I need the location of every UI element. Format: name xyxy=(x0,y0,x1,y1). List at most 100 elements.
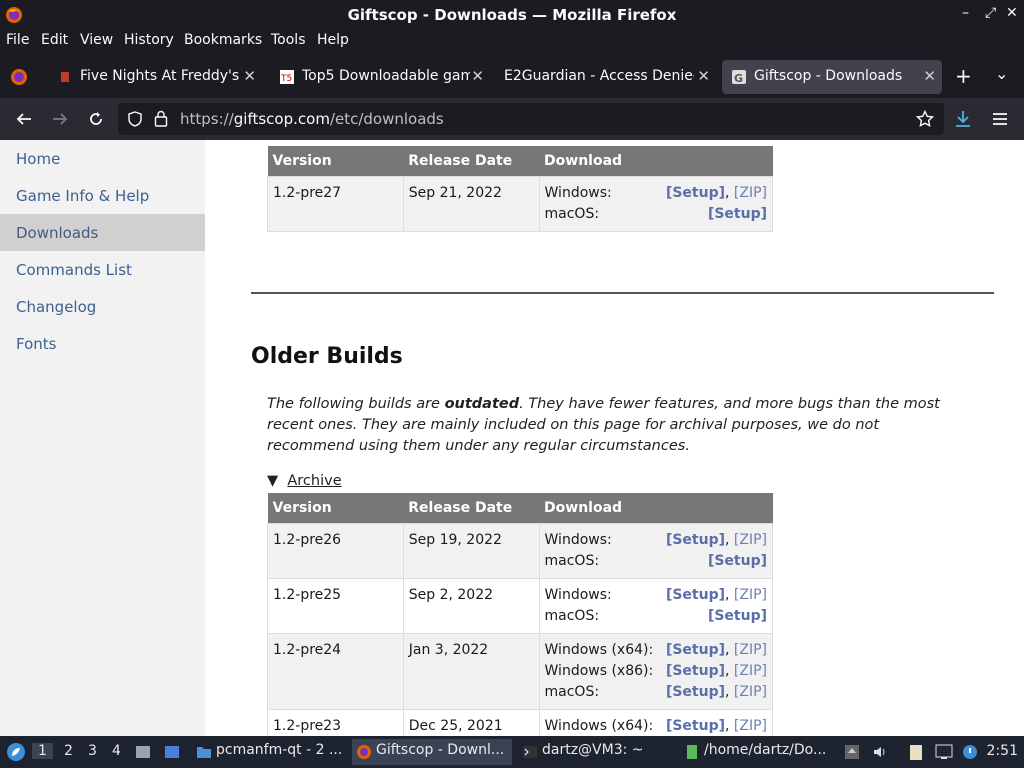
column-header-version: Version xyxy=(267,493,404,523)
page-content: Home Game Info & Help Downloads Commands… xyxy=(0,140,1024,736)
setup-download-link[interactable]: [Setup] xyxy=(708,553,767,569)
file-manager-launcher-icon[interactable] xyxy=(134,743,152,761)
fnaf-favicon-icon xyxy=(61,72,69,82)
column-header-release-date: Release Date xyxy=(403,493,540,523)
download-cell: Windows: macOS: [Setup], [ZIP] [Setup] xyxy=(538,577,774,634)
older-builds-notice: The following builds are outdated. They … xyxy=(267,396,940,454)
zip-download-link[interactable]: [ZIP] xyxy=(734,663,767,679)
system-taskbar: 1 2 3 4 pcmanfm-qt - 2 ... Giftscop - Do… xyxy=(0,736,1024,768)
update-notifier-icon[interactable] xyxy=(962,744,978,760)
volume-icon[interactable] xyxy=(872,744,888,760)
sidebar-item-downloads[interactable]: Downloads xyxy=(0,214,205,251)
menu-history[interactable]: History xyxy=(124,32,174,48)
zip-download-link[interactable]: [ZIP] xyxy=(734,587,767,603)
menu-view[interactable]: View xyxy=(80,32,113,48)
minimize-button[interactable]: – xyxy=(962,5,969,21)
workspace-2[interactable]: 2 xyxy=(64,743,73,759)
zip-download-link[interactable]: [ZIP] xyxy=(734,532,767,548)
task-terminal[interactable]: dartz@VM3: ~ xyxy=(518,739,676,765)
setup-download-link[interactable]: [Setup] xyxy=(666,587,725,603)
site-sidebar: Home Game Info & Help Downloads Commands… xyxy=(0,140,205,736)
window-title: Giftscop - Downloads — Mozilla Firefox xyxy=(347,6,677,24)
menu-file[interactable]: File xyxy=(6,32,29,48)
close-tab-icon[interactable]: ✕ xyxy=(471,67,484,85)
setup-download-link[interactable]: [Setup] xyxy=(708,206,767,222)
download-cell: Windows (x64): Windows (x86): macOS: [Setup… xyxy=(538,632,774,710)
workspace-4[interactable]: 4 xyxy=(112,743,121,759)
bookmark-star-icon[interactable] xyxy=(916,110,934,128)
clipboard-icon[interactable] xyxy=(908,743,924,761)
downloads-icon[interactable] xyxy=(954,109,972,129)
sidebar-item-commands[interactable]: Commands List xyxy=(0,251,205,288)
new-tab-button[interactable]: + xyxy=(955,64,972,88)
table-row: 1.2-pre24 Jan 3, 2022 Windows (x64): Window… xyxy=(267,632,774,710)
sidebar-item-game-info[interactable]: Game Info & Help xyxy=(0,177,205,214)
sidebar-item-changelog[interactable]: Changelog xyxy=(0,288,205,325)
disclosure-triangle-icon: ▼ xyxy=(267,473,279,489)
tab-e2guardian[interactable]: E2Guardian - Access Denied ✕ xyxy=(496,60,716,94)
zip-download-link[interactable]: [ZIP] xyxy=(734,684,767,700)
maximize-button[interactable]: ⤢ xyxy=(985,5,996,21)
terminal-icon xyxy=(523,746,537,758)
forward-icon[interactable] xyxy=(51,110,69,128)
setup-download-link[interactable]: [Setup] xyxy=(666,684,725,700)
shield-icon[interactable] xyxy=(127,111,143,127)
tab-label: Giftscop - Downloads xyxy=(754,68,903,84)
tab-top5[interactable]: T5 Top5 Downloadable game ✕ xyxy=(270,60,490,94)
archive-toggle[interactable]: ▼ Archive xyxy=(267,473,342,489)
workspace-3[interactable]: 3 xyxy=(88,743,97,759)
sidebar-item-fonts[interactable]: Fonts xyxy=(0,325,205,362)
version-cell: 1.2-pre27 xyxy=(267,175,404,232)
app-menu-icon[interactable] xyxy=(991,110,1009,128)
current-builds-table: Version Release Date Download 1.2-pre27 S… xyxy=(267,146,774,232)
close-window-button[interactable]: ✕ xyxy=(1006,5,1018,21)
workspace-1[interactable]: 1 xyxy=(32,743,53,759)
lock-icon[interactable] xyxy=(154,110,168,127)
setup-download-link[interactable]: [Setup] xyxy=(666,185,725,201)
back-icon[interactable] xyxy=(15,110,33,128)
show-desktop-icon[interactable] xyxy=(163,743,181,761)
release-date-cell: Sep 19, 2022 xyxy=(402,522,540,579)
task-firefox[interactable]: Giftscop - Downl... xyxy=(352,739,512,765)
menu-bar: File Edit View History Bookmarks Tools H… xyxy=(0,30,1024,54)
column-header-release-date: Release Date xyxy=(403,146,540,176)
tab-label: Five Nights At Freddy's Fr xyxy=(80,68,244,84)
version-cell: 1.2-pre25 xyxy=(267,577,404,634)
start-menu-icon[interactable] xyxy=(6,742,26,762)
close-tab-icon[interactable]: ✕ xyxy=(243,67,256,85)
main-content: Version Release Date Download 1.2-pre27 S… xyxy=(205,140,1024,736)
close-tab-icon[interactable]: ✕ xyxy=(697,67,710,85)
zip-download-link[interactable]: [ZIP] xyxy=(734,185,767,201)
task-pcmanfm[interactable]: pcmanfm-qt - 2 ... xyxy=(192,739,342,765)
menu-tools[interactable]: Tools xyxy=(271,32,306,48)
release-date-cell: Sep 21, 2022 xyxy=(402,175,540,232)
setup-download-link[interactable]: [Setup] xyxy=(708,608,767,624)
zip-download-link[interactable]: [ZIP] xyxy=(734,642,767,658)
network-icon[interactable] xyxy=(935,744,953,760)
sidebar-item-home[interactable]: Home xyxy=(0,140,205,177)
close-tab-icon[interactable]: ✕ xyxy=(923,67,936,85)
task-home-folder[interactable]: /home/dartz/Do... xyxy=(680,739,838,765)
setup-download-link[interactable]: [Setup] xyxy=(666,642,725,658)
download-cell: Windows: macOS: [Setup], [ZIP] [Setup] xyxy=(538,175,774,232)
setup-download-link[interactable]: [Setup] xyxy=(666,718,725,734)
older-builds-heading: Older Builds xyxy=(251,344,403,369)
menu-edit[interactable]: Edit xyxy=(41,32,68,48)
list-all-tabs-button[interactable]: ⌄ xyxy=(995,64,1008,83)
column-header-version: Version xyxy=(267,146,404,176)
tab-fnaf[interactable]: Five Nights At Freddy's Fr ✕ xyxy=(48,60,262,94)
menu-help[interactable]: Help xyxy=(317,32,349,48)
url-bar[interactable]: https://giftscop.com/etc/downloads xyxy=(118,103,944,135)
table-row: 1.2-pre25 Sep 2, 2022 Windows: macOS: [Setup… xyxy=(267,577,774,634)
firefox-view-icon[interactable] xyxy=(10,68,28,86)
setup-download-link[interactable]: [Setup] xyxy=(666,663,725,679)
setup-download-link[interactable]: [Setup] xyxy=(666,532,725,548)
menu-bookmarks[interactable]: Bookmarks xyxy=(184,32,262,48)
reload-icon[interactable] xyxy=(87,110,105,128)
top5-favicon-icon: T5 xyxy=(280,70,294,84)
tab-giftscop[interactable]: G Giftscop - Downloads ✕ xyxy=(722,60,942,94)
eject-icon[interactable] xyxy=(844,744,860,760)
zip-download-link[interactable]: [ZIP] xyxy=(734,718,767,734)
column-header-download: Download xyxy=(539,146,773,176)
url-text[interactable]: https://giftscop.com/etc/downloads xyxy=(180,110,444,128)
